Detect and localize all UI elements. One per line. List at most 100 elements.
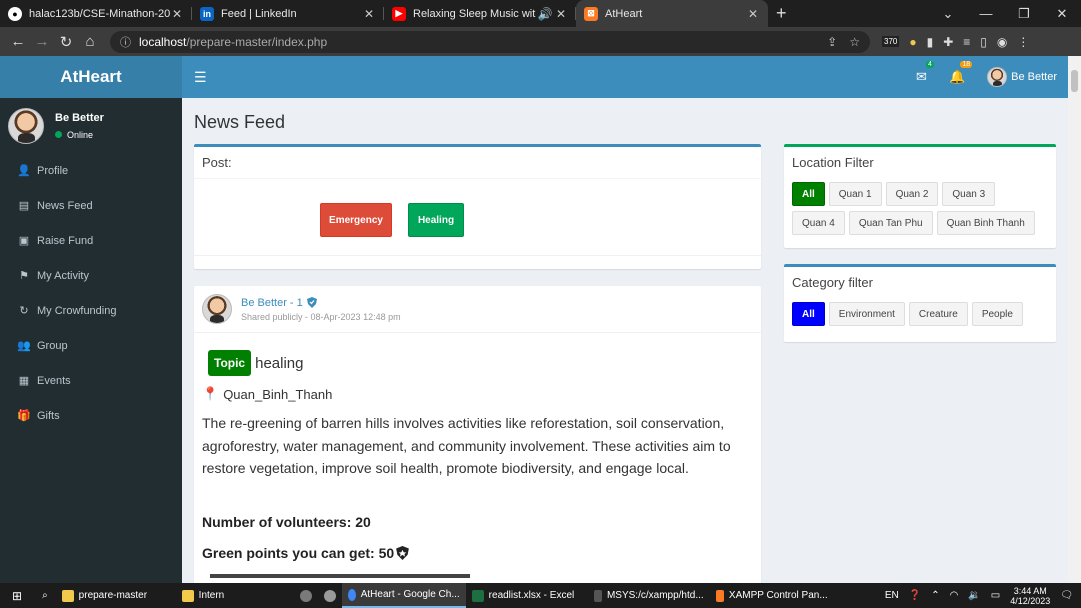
windows-start-icon[interactable]: ⊞ (0, 583, 34, 608)
location-filter-options: All Quan 1 Quan 2 Quan 3 Quan 4 Quan Tan… (784, 178, 1056, 243)
shield-extension-icon[interactable]: ▮ (927, 35, 934, 49)
category-option-all[interactable]: All (792, 302, 825, 326)
sidebar-item-events[interactable]: ▦ Events (0, 363, 182, 398)
language-indicator[interactable]: EN (885, 590, 899, 601)
post-meta: Shared publicly - 08-Apr-2023 12:48 pm (241, 311, 401, 322)
location-option-quan-1[interactable]: Quan 1 (828, 182, 882, 206)
notifications-button[interactable]: 🔔 18 (949, 61, 973, 85)
more-icon[interactable]: ⋮ (1017, 35, 1029, 49)
profile-icon[interactable]: ◉ (997, 35, 1007, 49)
user-menu[interactable]: Be Better (987, 67, 1057, 87)
post-description: The re-greening of barren hills involves… (202, 415, 731, 476)
reading-list-icon[interactable]: ≡ (963, 35, 970, 49)
chrome-icon (347, 588, 356, 601)
location-text: Quan_Binh_Thanh (223, 386, 333, 402)
scrollbar-thumb[interactable] (1071, 70, 1078, 92)
location-filter-title: Location Filter (792, 155, 874, 170)
new-tab-button[interactable]: + (776, 3, 787, 24)
forward-icon[interactable]: → (30, 33, 54, 50)
speaker-icon[interactable]: 🔊 (536, 7, 554, 21)
taskbar-xampp[interactable]: XAMPP Control Pan... (710, 583, 834, 608)
post-author-link[interactable]: Be Better - 1 (241, 297, 401, 309)
category-option-people[interactable]: People (971, 302, 1023, 326)
volume-icon[interactable]: 🔉 (968, 590, 980, 601)
online-status: Online (55, 130, 104, 140)
taskbar-prepare-master[interactable]: prepare-master (56, 583, 176, 608)
clock[interactable]: 3:44 AM 4/12/2023 (1010, 586, 1050, 606)
close-icon[interactable]: ✕ (362, 7, 376, 21)
taskbar-intern[interactable]: Intern (176, 583, 294, 608)
tray-chevron-icon[interactable]: ⌃ (931, 590, 939, 601)
wifi-icon[interactable]: ◠ (950, 590, 959, 601)
minimize-icon[interactable]: — (967, 0, 1005, 27)
location-option-all[interactable]: All (792, 182, 825, 206)
home-icon[interactable]: ⌂ (78, 33, 102, 50)
envelope-icon: ✉ (916, 69, 927, 84)
close-icon[interactable]: ✕ (554, 7, 568, 21)
puzzle-icon[interactable]: ✚ (943, 35, 953, 49)
category-option-creature[interactable]: Creature (908, 302, 968, 326)
healing-button[interactable]: Healing (408, 203, 464, 237)
close-icon[interactable]: ✕ (746, 7, 760, 21)
taskbar-chrome[interactable]: AtHeart - Google Ch... (341, 583, 466, 608)
browser-tab-github[interactable]: ● halac123b/CSE-Minathon-2023- ✕ (0, 0, 192, 27)
sidebar-item-raise-fund[interactable]: ▣ Raise Fund (0, 223, 182, 258)
excel-icon (471, 589, 484, 602)
tab-title: Feed | LinkedIn (221, 7, 297, 20)
main-content: News Feed Post: Emergency Healing Be Bet… (182, 98, 1068, 583)
tab-search-icon[interactable]: ⌄ (929, 0, 967, 27)
category-filter-box: Category filter All Environment Creature… (784, 264, 1056, 342)
taskbar-app-icon-2[interactable] (318, 583, 342, 608)
sidebar-item-profile[interactable]: 👤 Profile (0, 153, 182, 188)
category-option-environment[interactable]: Environment (828, 302, 905, 326)
extension-badge[interactable]: 370 (882, 36, 900, 47)
page-title: News Feed (194, 112, 286, 132)
address-bar[interactable]: ⓘ localhost /prepare-master/index.php ⇪ … (110, 30, 870, 53)
browser-tab-atheart[interactable]: ⊠ AtHeart ✕ (576, 0, 768, 27)
sidebar: AtHeart Be Better Online 👤 Profile ▤ News … (0, 56, 182, 583)
share-icon[interactable]: ⇪ (827, 35, 837, 49)
page-scrollbar[interactable] (1068, 56, 1081, 583)
coin-extension-icon[interactable]: ● (909, 35, 916, 49)
location-option-quan-tan-phu[interactable]: Quan Tan Phu (848, 211, 933, 235)
back-icon[interactable]: ← (6, 33, 30, 50)
post-image (210, 574, 470, 578)
location-option-quan-binh-thanh[interactable]: Quan Binh Thanh (936, 211, 1035, 235)
messages-button[interactable]: ✉ 4 (916, 61, 934, 85)
avatar (202, 294, 232, 324)
close-window-icon[interactable]: ✕ (1043, 0, 1081, 27)
location-option-quan-3[interactable]: Quan 3 (942, 182, 996, 206)
location-option-quan-2[interactable]: Quan 2 (885, 182, 939, 206)
topic-badge: Topic (208, 350, 252, 376)
taskbar-msys[interactable]: MSYS:/c/xampp/htd... (588, 583, 710, 608)
user-icon: 👤 (17, 165, 31, 177)
messages-count-badge: 4 (926, 61, 934, 68)
taskbar-excel[interactable]: readlist.xlsx - Excel (466, 583, 588, 608)
windows-taskbar: ⊞ ⌕ prepare-master Intern AtHeart - Goog… (0, 583, 1081, 608)
sidebar-item-my-crowfunding[interactable]: ↻ My Crowfunding (0, 293, 182, 328)
notifications-center-icon[interactable]: 🗨 (1060, 590, 1073, 601)
search-icon[interactable]: ⌕ (34, 583, 56, 608)
browser-tab-youtube[interactable]: ▶ Relaxing Sleep Music with Ra 🔊 ✕ (384, 0, 576, 27)
sidebar-item-gifts[interactable]: 🎁 Gifts (0, 398, 182, 433)
browser-tab-linkedin[interactable]: in Feed | LinkedIn ✕ (192, 0, 384, 27)
sidepanel-icon[interactable]: ▯ (980, 35, 987, 49)
battery-icon[interactable]: ▭ (991, 590, 1000, 601)
help-icon[interactable]: ❓ (909, 590, 921, 601)
sidebar-item-my-activity[interactable]: ⚑ My Activity (0, 258, 182, 293)
emergency-button[interactable]: Emergency (320, 203, 392, 237)
hamburger-icon[interactable]: ☰ (194, 69, 207, 86)
taskbar-app-icon[interactable] (294, 583, 318, 608)
reload-icon[interactable]: ↻ (54, 33, 78, 51)
location-option-quan-4[interactable]: Quan 4 (792, 211, 845, 235)
restore-icon[interactable]: ❐ (1005, 0, 1043, 27)
sidebar-item-news-feed[interactable]: ▤ News Feed (0, 188, 182, 223)
site-info-icon[interactable]: ⓘ (120, 34, 131, 50)
xampp-icon: ⊠ (584, 6, 598, 21)
brand-logo[interactable]: AtHeart (0, 56, 182, 98)
avatar (8, 107, 44, 144)
bookmark-star-icon[interactable]: ☆ (849, 35, 860, 49)
sidebar-item-group[interactable]: 👥 Group (0, 328, 182, 363)
youtube-icon: ▶ (392, 6, 406, 21)
close-icon[interactable]: ✕ (170, 7, 184, 21)
